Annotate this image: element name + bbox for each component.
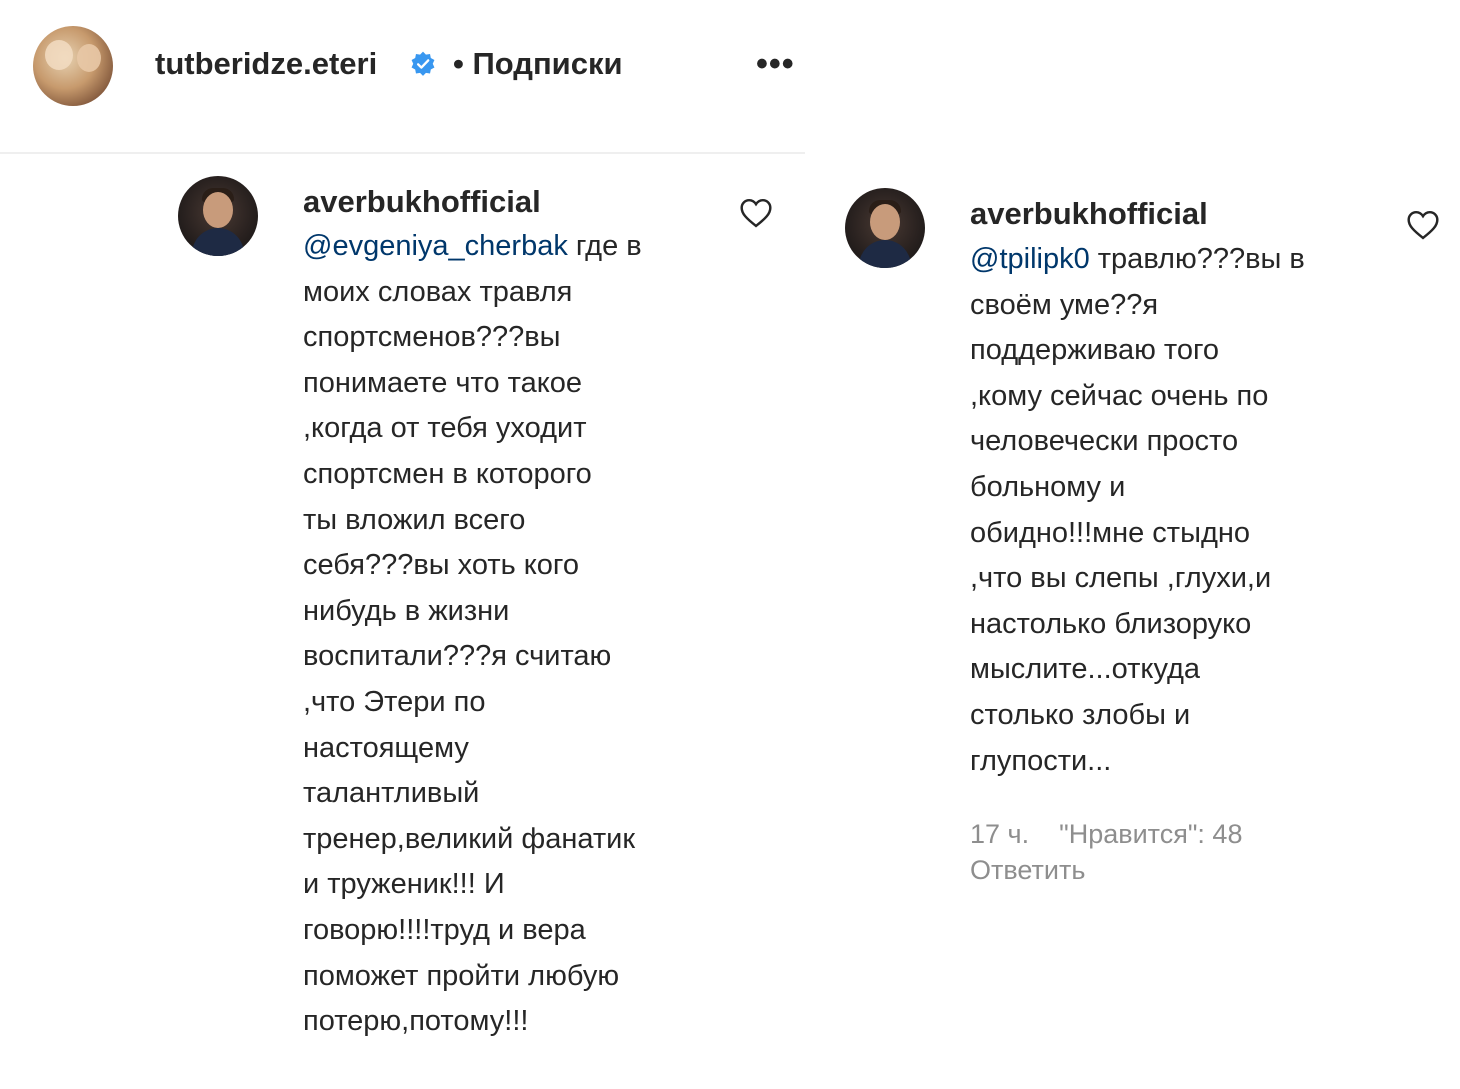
comment-line: столько злобы и — [970, 698, 1191, 731]
follow-status-button[interactable]: • Подписки — [453, 44, 623, 84]
comment-line: глупости... — [970, 744, 1112, 777]
post-header: tutberidze.eteri • Подписки ••• — [0, 0, 805, 150]
comment-line: поддерживаю того — [970, 334, 1220, 367]
author-avatar[interactable] — [33, 26, 113, 106]
comment-likes-count[interactable]: "Нравится": 48 — [1059, 819, 1242, 849]
comment-line: говорю!!!!труд и вера — [303, 913, 586, 946]
comment-line: моих словах травля — [303, 275, 573, 308]
comment-line: поможет пройти любую — [303, 959, 620, 992]
comment-line: ты вложил всего — [303, 503, 526, 536]
comment-line: настоящему — [303, 731, 469, 764]
comment-line: спортсменов???вы — [303, 321, 561, 354]
comment-line: своём уме??я — [970, 288, 1159, 321]
comment-line: спортсмен в которого — [303, 457, 592, 490]
comment-line: обидно!!!мне стыдно — [970, 516, 1251, 549]
comment-line: больному и — [970, 470, 1126, 503]
comment-line: и труженик!!! И — [303, 868, 505, 901]
comment-username[interactable]: averbukhofficial — [970, 194, 1208, 234]
comment-line: человечески просто — [970, 425, 1239, 458]
like-heart-icon[interactable] — [739, 198, 773, 228]
reply-button[interactable]: Ответить — [970, 852, 1085, 888]
verified-badge-icon — [411, 51, 435, 76]
comment-line: воспитали???я считаю — [303, 640, 612, 673]
comment-username[interactable]: averbukhofficial — [303, 182, 541, 222]
more-options-icon[interactable]: ••• — [756, 47, 795, 81]
comment-line: травлю???вы в — [1089, 243, 1305, 275]
comment-line: где в — [567, 230, 642, 262]
comment-line: ,что вы слепы ,глухи,и — [970, 562, 1272, 595]
comment-line: понимаете что такое — [303, 366, 583, 399]
comment-line: потерю,потому!!! — [303, 1005, 529, 1038]
comment-line: нибудь в жизни — [303, 594, 510, 627]
comment-line: талантливый — [303, 777, 480, 810]
comment-line: себя???вы хоть кого — [303, 549, 579, 582]
comment-line: тренер,великий фанатик — [303, 822, 636, 855]
comment-line: настолько близоруко — [970, 607, 1252, 640]
comment-mention[interactable]: @evgeniya_cherbak — [303, 230, 568, 262]
comment-time: 17 ч. — [970, 819, 1030, 849]
commenter-avatar[interactable] — [845, 188, 925, 268]
header-divider — [0, 152, 805, 154]
comment-line: ,когда от тебя уходит — [303, 412, 587, 445]
comment-meta: 17 ч. "Нравится": 48 — [970, 816, 1242, 852]
comment-text: @evgeniya_cherbak где в моих словах трав… — [303, 224, 743, 1045]
comment-text: @tpilipk0 травлю???вы в своём уме??я под… — [970, 237, 1390, 784]
comment-line: мыслите...откуда — [970, 653, 1201, 686]
comment-line: ,кому сейчас очень по — [970, 379, 1269, 412]
comment-line: ,что Этери по — [303, 685, 486, 718]
commenter-avatar[interactable] — [178, 176, 258, 256]
comment-mention[interactable]: @tpilipk0 — [970, 243, 1090, 275]
author-username[interactable]: tutberidze.eteri — [155, 44, 377, 84]
like-heart-icon[interactable] — [1406, 210, 1440, 240]
